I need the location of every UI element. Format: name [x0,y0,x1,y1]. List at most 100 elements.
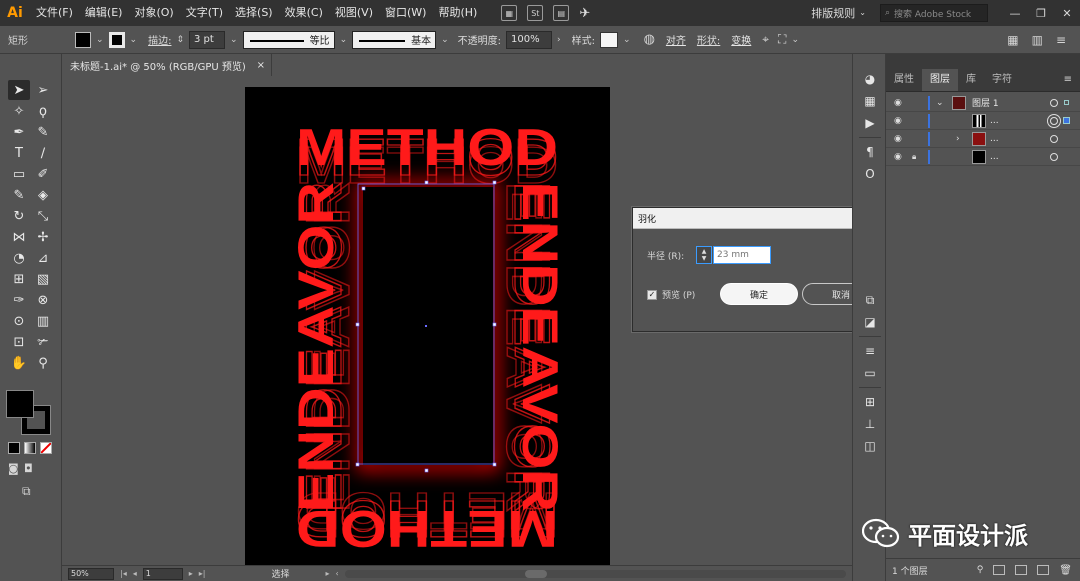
workspace-switcher[interactable]: 排版规则 [811,5,855,21]
selection-indicator[interactable] [1064,100,1069,105]
rectangle-tool-icon[interactable]: ▭ [8,164,30,184]
lock-icon[interactable]: 🔒︎ [912,152,916,162]
target-icon[interactable] [1050,134,1058,143]
gradient-panel-icon[interactable]: ▭ [853,362,887,384]
target-icon[interactable] [1050,152,1058,161]
brush-dropdown-icon[interactable]: ⌄ [441,35,449,45]
radius-input[interactable]: 23 mm [713,246,771,264]
type-tool-icon[interactable]: T [8,143,30,163]
ok-button[interactable]: 确定 [720,283,798,305]
visibility-eye-icon[interactable]: ◉ [894,116,902,126]
arrange-documents-icon[interactable]: ▤ [553,5,570,21]
chevron-down-icon[interactable]: ⌄ [859,8,866,17]
transform-each-icon[interactable]: ⌖ [762,32,769,47]
hand-tool-icon[interactable]: ✋ [8,353,30,373]
stepper-up-icon[interactable]: ▲ [702,248,707,255]
visibility-eye-icon[interactable]: ◉ [894,152,902,162]
restore-button[interactable]: ❐ [1028,7,1054,20]
recolor-artwork-icon[interactable]: ◍ [644,32,655,47]
tab-layers[interactable]: 图层 [922,69,958,91]
menu-object[interactable]: 对象(O) [128,0,179,26]
magic-wand-tool-icon[interactable]: ✧ [8,101,30,121]
stock-icon[interactable]: St [527,5,544,21]
fill-stroke-widget[interactable] [6,390,54,436]
swatches-icon[interactable]: ▦ [853,90,887,112]
panel-menu-icon[interactable]: ≡ [1064,69,1072,91]
pathfinder-icon[interactable]: ◫ [853,435,887,457]
new-layer-icon[interactable] [1037,565,1050,575]
delete-icon[interactable]: 🗑︎ [1059,565,1072,576]
align-link[interactable]: 对齐 [666,32,686,47]
prev-artboard-icon[interactable]: ◂ [133,569,137,578]
menu-select[interactable]: 选择(S) [229,0,279,26]
artboard-tool-icon[interactable]: ⊡ [8,332,30,352]
visibility-eye-icon[interactable]: ◉ [894,98,902,108]
stroke-dropdown-icon[interactable]: ⌄ [130,35,138,45]
menu-help[interactable]: 帮助(H) [432,0,483,26]
menu-view[interactable]: 视图(V) [329,0,379,26]
selection-indicator[interactable] [1063,117,1070,124]
close-button[interactable]: ✕ [1054,7,1080,20]
menu-type[interactable]: 文字(T) [180,0,229,26]
direct-selection-tool-icon[interactable]: ➢ [32,80,54,100]
layer-name[interactable]: ... [990,116,999,126]
stock-search-input[interactable]: ⌕ 搜索 Adobe Stock [880,4,988,22]
locate-object-icon[interactable]: ⚲ [977,565,984,575]
layer-row[interactable]: ◉ › ... [886,130,1080,148]
stroke-swatch[interactable] [108,31,125,48]
stroke-stepper-icon[interactable]: ⇕ [176,35,184,45]
graphic-styles-icon[interactable]: ◪ [853,311,887,333]
shape-builder-tool-icon[interactable]: ◔ [8,248,30,268]
fill-dropdown-icon[interactable]: ⌄ [96,35,104,45]
preview-label[interactable]: 预览 (P) [662,288,695,301]
menu-window[interactable]: 窗口(W) [379,0,432,26]
paintbrush-tool-icon[interactable]: ✐ [32,164,54,184]
artboard[interactable]: METHOD METHOD METHOD METHOD METHOD METHO… [245,87,610,565]
expand-chevron-icon[interactable]: ⌄ [936,98,944,108]
stepper-down-icon[interactable]: ▼ [702,255,707,262]
menu-effect[interactable]: 效果(C) [279,0,329,26]
menu-file[interactable]: 文件(F) [30,0,79,26]
transform-panel-icon[interactable]: ⊞ [853,391,887,413]
slice-tool-icon[interactable]: ✃ [32,332,54,352]
tab-character[interactable]: 字符 [984,69,1020,91]
menu-edit[interactable]: 编辑(E) [79,0,129,26]
scrollbar-thumb[interactable] [524,569,547,578]
layer-row[interactable]: ◉ ... [886,112,1080,130]
draw-mode-icon[interactable]: ◙ [8,462,19,475]
scale-tool-icon[interactable]: ⤡ [32,206,54,226]
more-options-icon[interactable]: ⌄ [791,35,799,45]
selection-tool-icon[interactable]: ➤ [8,80,30,100]
width-tool-icon[interactable]: ⋈ [8,227,30,247]
bridge-icon[interactable]: ▦ [501,5,518,21]
expand-chevron-icon[interactable]: › [956,134,960,144]
minimize-button[interactable]: — [1002,7,1028,20]
preview-checkbox[interactable]: ✓ [647,289,657,300]
zoom-field[interactable]: 50% [68,567,114,580]
none-mode-icon[interactable] [40,442,52,454]
symbol-sprayer-tool-icon[interactable]: ⊙ [8,311,30,331]
stroke-weight-dropdown-icon[interactable]: ⌄ [230,35,238,45]
layer-row[interactable]: ◉ 🔒︎ ... [886,148,1080,166]
shape-label[interactable]: 形状: [697,32,720,47]
variable-width-profile[interactable]: 等比 [242,30,335,49]
mesh-tool-icon[interactable]: ⊞ [8,269,30,289]
first-artboard-icon[interactable]: |◂ [120,569,127,578]
make-clipping-mask-icon[interactable] [993,565,1006,575]
isolate-icon[interactable]: ⛶ [778,32,786,47]
zoom-tool-icon[interactable]: ⚲ [32,353,54,373]
layer-name[interactable]: ... [990,134,999,144]
status-menu-icon[interactable]: ▸ [325,569,329,578]
close-tab-icon[interactable]: × [257,60,265,71]
stroke-label[interactable]: 描边: [148,32,171,47]
last-artboard-icon[interactable]: ▸| [199,569,206,578]
scroll-left-icon[interactable]: ‹ [336,569,339,578]
align-panel-icon[interactable]: ⊥ [853,413,887,435]
pen-tool-icon[interactable]: ✒ [8,122,30,142]
opacity-field[interactable]: 100% [506,30,553,49]
gradient-tool-icon[interactable]: ▧ [32,269,54,289]
rotate-tool-icon[interactable]: ↻ [8,206,30,226]
next-artboard-icon[interactable]: ▸ [189,569,193,578]
perspective-grid-tool-icon[interactable]: ⊿ [32,248,54,268]
fill-swatch[interactable] [75,31,91,48]
